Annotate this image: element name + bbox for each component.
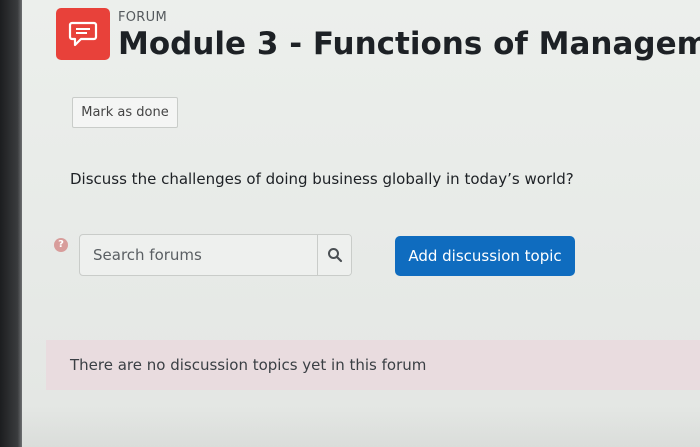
speech-bubble-icon bbox=[68, 21, 98, 47]
forum-intro-text: Discuss the challenges of doing business… bbox=[70, 170, 574, 188]
search-input[interactable] bbox=[80, 235, 317, 275]
search-icon bbox=[327, 248, 342, 263]
screen-shadow bbox=[22, 405, 700, 447]
screen-bezel bbox=[0, 0, 22, 447]
activity-type-label: FORUM bbox=[118, 10, 167, 25]
add-discussion-topic-button[interactable]: Add discussion topic bbox=[395, 236, 575, 276]
empty-forum-message: There are no discussion topics yet in th… bbox=[70, 356, 427, 374]
forum-page: FORUM Module 3 - Functions of Management… bbox=[22, 0, 700, 447]
empty-forum-alert: There are no discussion topics yet in th… bbox=[46, 340, 700, 390]
search-forums-group bbox=[79, 234, 352, 276]
forum-icon bbox=[56, 8, 110, 60]
page-title: Module 3 - Functions of Management bbox=[118, 26, 700, 62]
mark-as-done-button[interactable]: Mark as done bbox=[72, 97, 178, 128]
question-circle-icon[interactable]: ? bbox=[54, 238, 68, 252]
search-button[interactable] bbox=[317, 235, 351, 275]
